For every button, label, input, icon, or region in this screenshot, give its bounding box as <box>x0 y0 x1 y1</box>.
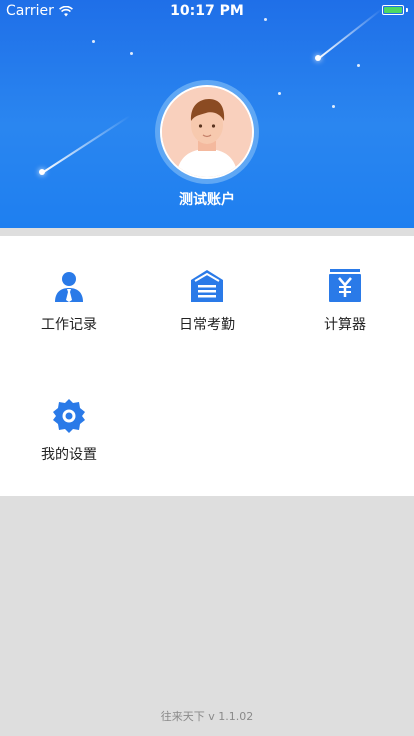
star-decoration <box>264 18 267 21</box>
person-avatar-icon <box>162 87 252 177</box>
menu-label: 日常考勤 <box>179 317 235 333</box>
star-decoration <box>357 64 360 67</box>
status-time: 10:17 PM <box>170 3 244 19</box>
account-name[interactable]: 测试账户 <box>0 189 414 209</box>
menu-label: 计算器 <box>324 317 366 333</box>
gear-icon <box>53 399 85 433</box>
user-tie-icon <box>55 272 83 302</box>
avatar[interactable] <box>160 85 254 179</box>
menu-item-work-record[interactable]: 工作记录 <box>0 236 138 346</box>
battery-icon <box>382 5 404 15</box>
menu-item-calculator[interactable]: 计算器 <box>276 236 414 346</box>
menu-item-settings[interactable]: 我的设置 <box>0 366 138 476</box>
meteor-head <box>315 55 321 61</box>
menu-label: 工作记录 <box>41 317 97 333</box>
profile-header: Carrier 10:17 PM 测试账户 <box>0 0 414 228</box>
battery-tip <box>406 8 408 12</box>
menu-label: 我的设置 <box>41 447 97 463</box>
star-decoration <box>278 92 281 95</box>
meteor-decoration <box>41 114 131 174</box>
star-decoration <box>92 40 95 43</box>
avatar-ring[interactable] <box>155 80 259 184</box>
building-icon <box>191 270 223 302</box>
meteor-head <box>39 169 45 175</box>
status-bar: Carrier 10:17 PM <box>0 0 414 22</box>
menu-item-attendance[interactable]: 日常考勤 <box>138 236 276 346</box>
star-decoration <box>130 52 133 55</box>
version-label: 往来天下 v 1.1.02 <box>160 710 254 723</box>
menu-grid: 工作记录 日常考勤 计算器 我的设置 <box>0 236 414 496</box>
star-decoration <box>332 105 335 108</box>
yen-box-icon <box>329 269 361 302</box>
